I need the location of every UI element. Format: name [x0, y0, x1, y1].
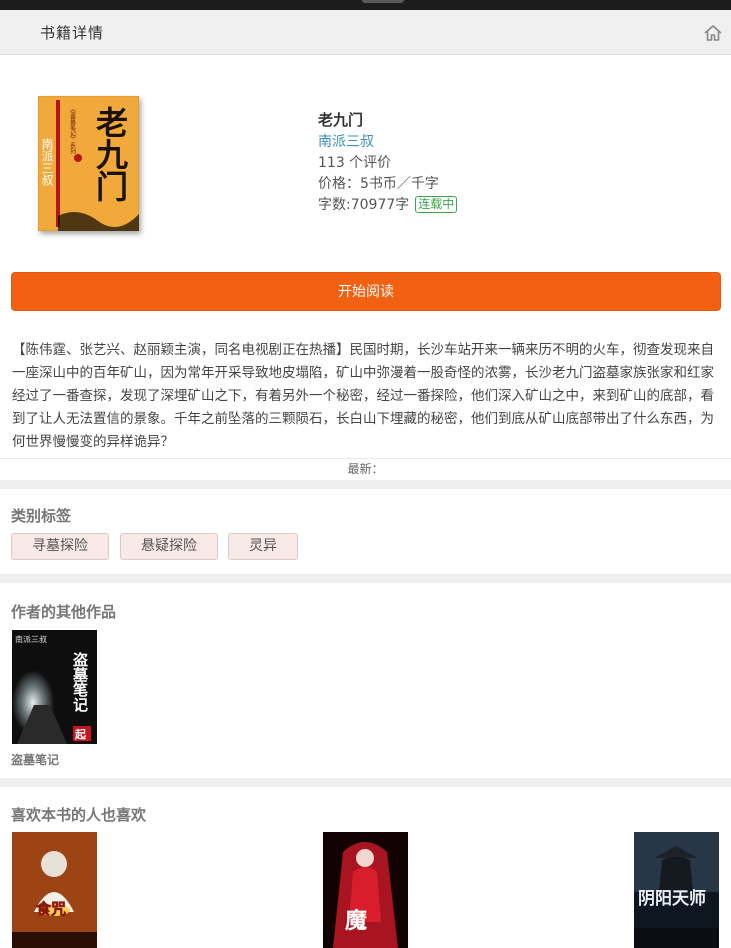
book-info: 老九门 南派三叔 113 个评价 价格：5书币／千字 字数:70977字 连载中 [318, 108, 458, 216]
book-cover: 南派三叔 《盗墓笔记》系列 老九门 [38, 96, 139, 231]
tag-item[interactable]: 寻墓探险 [11, 533, 109, 560]
start-reading-button[interactable]: 开始阅读 [11, 272, 721, 311]
book-title: 老九门 [318, 111, 364, 129]
price: 价格：5书币／千字 [318, 176, 439, 192]
review-count: 113 个评价 [318, 155, 392, 171]
tag-item[interactable]: 悬疑探险 [120, 533, 218, 560]
also-like-section-title: 喜欢本书的人也喜欢 [11, 806, 147, 824]
book-description: 【陈伟霆、张艺兴、赵丽颖主演，同名电视剧正在热播】民国时期，长沙车站开来一辆来历… [12, 342, 714, 450]
section-divider [0, 574, 731, 583]
word-count-row: 字数:70977字 连载中 [318, 195, 458, 216]
cover-author: 南派三叔 [40, 137, 54, 186]
cover-series-mark: 《盗墓笔记》系列 [69, 106, 76, 155]
cover-big-title: 老九门 [91, 106, 129, 202]
also-like-cover[interactable]: 魔 [323, 832, 408, 948]
section-divider [0, 480, 731, 489]
also-like-cover[interactable]: 阴阳天师 [634, 832, 719, 948]
latest-chapter[interactable]: 最新： [0, 458, 731, 480]
page-title: 书籍详情 [40, 24, 105, 42]
other-work-name[interactable]: 盗墓笔记 [11, 751, 59, 768]
tag-item[interactable]: 灵异 [228, 533, 298, 560]
status-badge: 连载中 [415, 196, 458, 213]
other-cover-title: 盗墓笔记 [71, 651, 89, 713]
other-work-cover[interactable]: 南派三叔 盗墓笔记 起 [12, 630, 97, 744]
home-icon[interactable] [703, 23, 723, 43]
other-works-section-title: 作者的其他作品 [11, 603, 117, 621]
like-cover-title: 阴阳天师 [638, 888, 706, 909]
other-cover-author: 南派三叔 [15, 634, 47, 644]
header-bar: 书籍详情 [0, 10, 731, 55]
also-like-cover[interactable]: 食咒 [12, 832, 97, 948]
top-status-strip [0, 0, 731, 10]
like-cover-title: 魔 [345, 908, 367, 934]
section-divider [0, 778, 731, 787]
status-notch [362, 0, 404, 3]
author-link[interactable]: 南派三叔 [318, 132, 457, 153]
word-count: 字数:70977字 [318, 197, 410, 213]
other-cover-mark: 起 [74, 727, 87, 741]
tags-section-title: 类别标签 [11, 507, 72, 525]
like-cover-title: 食咒 [36, 900, 66, 918]
